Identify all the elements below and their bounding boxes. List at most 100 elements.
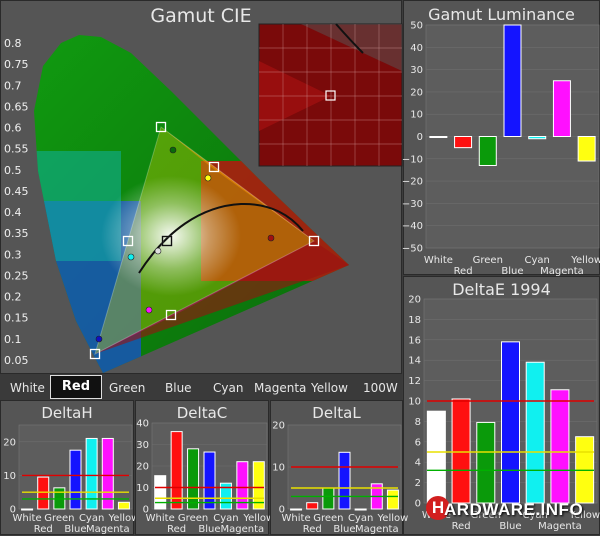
- deltal-bar-cyan: [354, 508, 367, 511]
- deltal-xlabel-green: Green: [313, 513, 343, 524]
- measured-green: [169, 146, 177, 154]
- selector-cyan[interactable]: Cyan: [213, 381, 243, 395]
- luminance-tick-label: 50: [410, 21, 423, 32]
- deltae-tick-label: 6: [415, 437, 421, 448]
- selector-100w[interactable]: 100W: [363, 381, 398, 395]
- deltae-bar-magenta: [550, 389, 570, 504]
- cie-tick-label: 0.7: [4, 79, 22, 92]
- cie-tick-label: 0.1: [4, 333, 22, 346]
- luminance-bar-red: [454, 136, 473, 149]
- deltac-tick-label: 30: [136, 440, 149, 451]
- cie-tick-label: 0.45: [4, 185, 29, 198]
- deltac-xlabel-red: Red: [167, 524, 186, 535]
- luminance-tick-label: 0: [417, 132, 423, 143]
- deltah-tick-label: 20: [3, 437, 16, 448]
- luminance-xlabel-yellow: Yellow: [570, 255, 600, 266]
- deltae-tick-label: 12: [408, 376, 421, 387]
- cie-tick-label: 0.15: [4, 312, 29, 325]
- watermark-text: ARDWARE.INFO: [444, 500, 584, 519]
- deltac-tick-label: 10: [136, 483, 149, 494]
- deltac-tick-label: 20: [136, 462, 149, 473]
- deltal-bar-blue: [338, 451, 351, 510]
- deltal-bar-green: [322, 487, 335, 510]
- luminance-xlabel-white: White: [424, 255, 453, 266]
- deltae-xlabel-blue: Blue: [499, 521, 521, 532]
- cie-tick-label: 0.75: [4, 58, 29, 71]
- luminance-bar-magenta: [552, 80, 571, 137]
- patch-selector: White Red Green Blue Cyan Magenta Yellow…: [0, 374, 402, 400]
- deltae-bar-blue: [501, 341, 520, 504]
- luminance-bar-blue: [503, 24, 522, 137]
- deltac-bar-white: [154, 475, 167, 510]
- selector-red[interactable]: Red: [50, 375, 102, 399]
- deltae-xlabel-red: Red: [452, 521, 471, 532]
- deltal-bar-white: [290, 508, 303, 511]
- cie-tick-label: 0.65: [4, 100, 29, 113]
- deltal-bar-yellow: [386, 489, 399, 510]
- selector-green[interactable]: Green: [109, 381, 145, 395]
- luminance-xlabel-green: Green: [473, 255, 503, 266]
- cie-tick-label: 0.5: [4, 164, 22, 177]
- deltac-bar-red: [170, 431, 183, 510]
- luminance-xlabel-cyan: Cyan: [525, 255, 550, 266]
- deltal-bar-red: [306, 502, 319, 510]
- deltah-xlabel-cyan: Cyan: [79, 513, 104, 524]
- deltal-tick-label: 20: [272, 421, 285, 432]
- deltae-bar-red: [451, 398, 471, 504]
- luminance-tick-label: −50: [402, 244, 423, 255]
- deltae-tick-label: 18: [408, 315, 421, 326]
- deltah-bar-red: [37, 476, 50, 510]
- luminance-tick-label: 40: [410, 43, 423, 54]
- deltah-xlabel-red: Red: [34, 524, 53, 535]
- deltae-tick-label: 0: [415, 499, 421, 510]
- luminance-chart: 50403020100−10−20−30−40−50WhiteRedGreenB…: [402, 21, 600, 278]
- luminance-panel: Gamut Luminance 50 40 30 20 10 0 −10 −20 −30 −40−…: [402, 0, 600, 278]
- luminance-tick-label: 10: [410, 110, 423, 121]
- deltac-xlabel-blue: Blue: [198, 524, 220, 535]
- deltac-xlabel-cyan: Cyan: [213, 513, 238, 524]
- cie-tick-label: 0.3: [4, 248, 22, 261]
- deltae-tick-label: 16: [408, 335, 421, 346]
- deltal-chart: 20100WhiteRedGreenBlueCyanMagentaYellow: [272, 421, 408, 536]
- deltah-bar-yellow: [117, 501, 130, 510]
- deltah-xlabel-white: White: [13, 513, 42, 524]
- cie-tick-label: 0.2: [4, 291, 22, 304]
- cie-tick-label: 0.25: [4, 269, 29, 282]
- measured-blue: [95, 335, 103, 343]
- selector-white[interactable]: White: [10, 381, 45, 395]
- luminance-bar-yellow: [577, 136, 596, 162]
- deltac-bar-blue: [203, 451, 216, 510]
- luminance-bar-cyan: [528, 136, 547, 140]
- selector-magenta[interactable]: Magenta: [254, 381, 306, 395]
- deltae-bar-cyan: [525, 361, 545, 504]
- deltac-xlabel-white: White: [146, 513, 175, 524]
- measured-red: [267, 234, 275, 242]
- deltah-bar-white: [21, 508, 34, 511]
- deltac-panel: DeltaC 40 30 20 10 0 White Red Green Blue Cyan Mag…: [135, 400, 274, 535]
- luminance-tick-label: −30: [402, 199, 423, 210]
- deltae-bar-green: [476, 421, 496, 504]
- selector-blue[interactable]: Blue: [165, 381, 192, 395]
- measured-magenta: [145, 306, 153, 314]
- deltah-panel: DeltaH 20 10 0 White Red Green Blue Cyan Magenta…: [0, 400, 139, 535]
- deltae-xlabel-magenta: Magenta: [538, 521, 582, 532]
- luminance-tick-label: 30: [410, 65, 423, 76]
- deltal-xlabel-yellow: Yellow: [377, 513, 409, 524]
- deltac-bar-green: [187, 448, 200, 510]
- deltah-xlabel-blue: Blue: [64, 524, 86, 535]
- deltah-xlabel-magenta: Magenta: [86, 524, 130, 535]
- luminance-tick-label: −10: [402, 154, 423, 165]
- cie-tick-label: 0.4: [4, 206, 22, 219]
- measured-cyan: [127, 253, 135, 261]
- deltae-tick-label: 8: [415, 417, 421, 428]
- luminance-tick-label: 20: [410, 87, 423, 98]
- measured-yellow: [204, 174, 212, 182]
- deltal-xlabel-magenta: Magenta: [355, 524, 399, 535]
- deltah-tick-label: 10: [3, 471, 16, 482]
- deltal-xlabel-red: Red: [303, 524, 322, 535]
- cie-chart: 0.8 0.75 0.7 0.65 0.6 0.55 0.5 0.45 0.4 0.35 0.3 0.…: [4, 23, 403, 373]
- deltal-xlabel-white: White: [282, 513, 311, 524]
- deltah-bar-blue: [69, 449, 82, 510]
- deltae-tick-label: 4: [415, 458, 421, 469]
- selector-yellow[interactable]: Yellow: [311, 381, 348, 395]
